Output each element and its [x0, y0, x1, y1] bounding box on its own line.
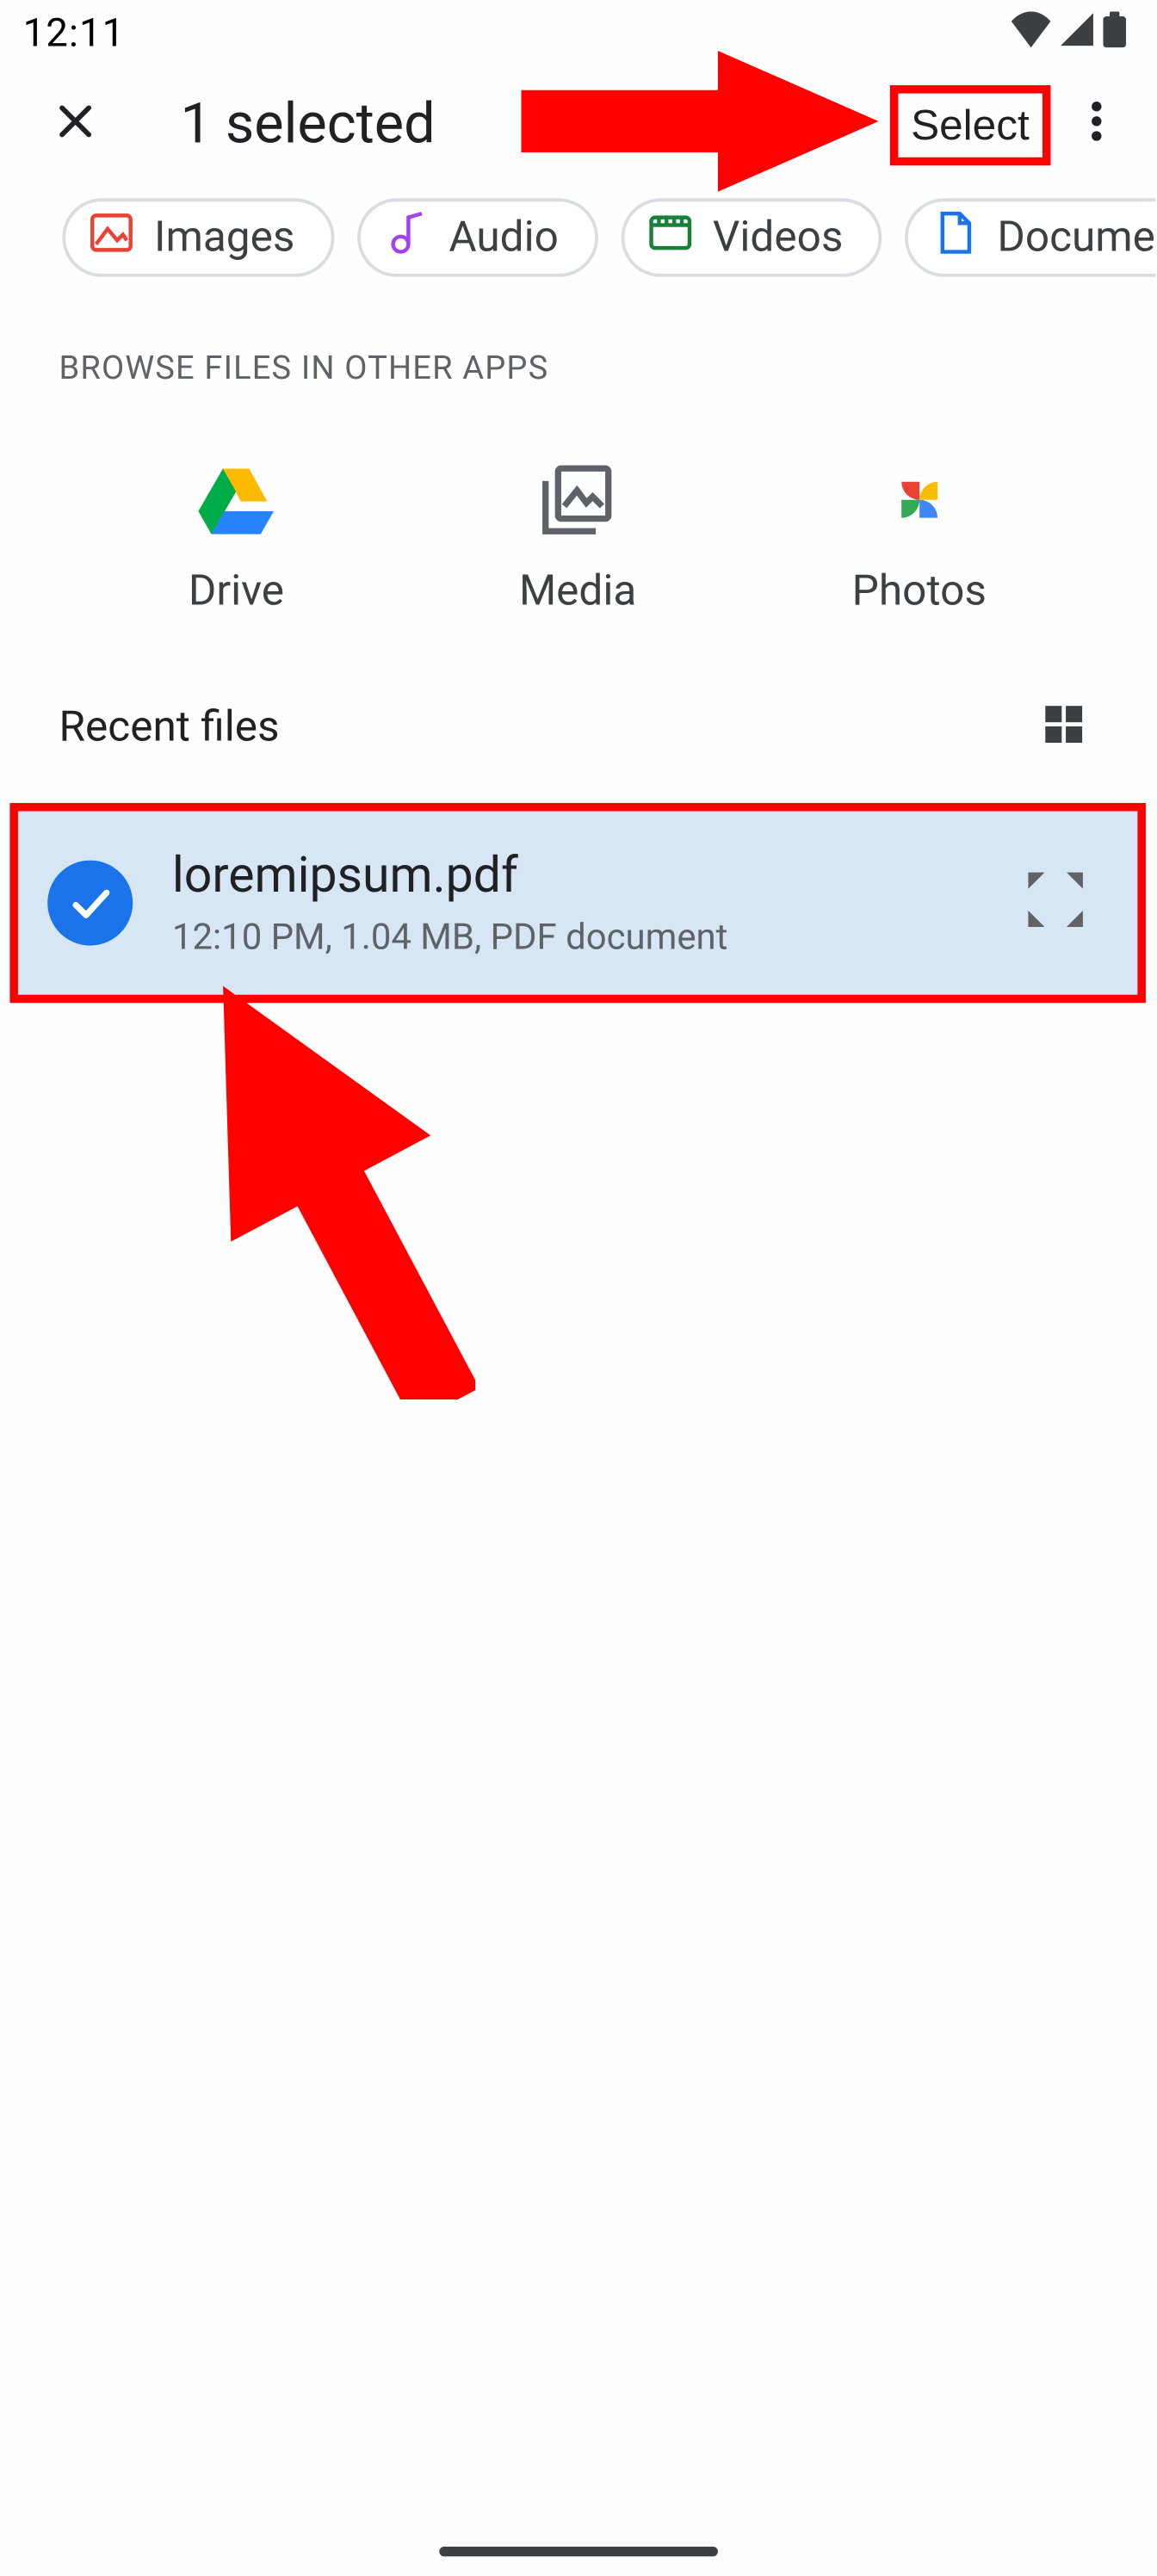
annotation-arrow-up — [177, 961, 476, 1399]
app-media[interactable]: Media — [450, 462, 706, 616]
selected-check-icon — [47, 861, 133, 946]
recent-files-header: Recent files — [59, 703, 280, 752]
file-row-selected[interactable]: loremipsum.pdf 12:10 PM, 1.04 MB, PDF do… — [9, 803, 1145, 1003]
chip-label: Images — [154, 213, 294, 263]
document-icon — [931, 209, 977, 267]
image-icon — [89, 209, 134, 267]
photos-icon — [882, 462, 957, 538]
media-icon — [540, 462, 616, 538]
video-icon — [647, 209, 693, 267]
wifi-icon — [1012, 11, 1051, 54]
chip-label: Documents — [997, 213, 1155, 263]
chip-documents[interactable]: Documents — [906, 198, 1156, 276]
close-button[interactable] — [36, 85, 114, 164]
close-icon — [53, 98, 98, 151]
more-vert-icon — [1092, 102, 1101, 147]
more-options-button[interactable] — [1061, 89, 1133, 161]
app-label: Media — [519, 567, 636, 616]
filter-chip-row[interactable]: Images Audio Videos Documents — [0, 183, 1155, 292]
app-photos[interactable]: Photos — [791, 462, 1047, 616]
status-time: 12:11 — [23, 9, 126, 55]
preview-button[interactable] — [1019, 867, 1092, 939]
app-label: Drive — [189, 567, 284, 616]
select-button[interactable]: Select — [889, 84, 1050, 164]
chip-images[interactable]: Images — [62, 198, 334, 276]
selection-count-title: 1 selected — [180, 92, 889, 158]
selection-toolbar: 1 selected Select — [0, 65, 1155, 183]
file-name: loremipsum.pdf — [172, 847, 981, 905]
file-meta: 12:10 PM, 1.04 MB, PDF document — [172, 917, 981, 959]
browse-other-apps-label: BROWSE FILES IN OTHER APPS — [0, 292, 1155, 386]
view-grid-button[interactable] — [1034, 698, 1093, 757]
expand-icon — [1023, 867, 1088, 939]
chip-label: Audio — [449, 213, 559, 263]
chip-audio[interactable]: Audio — [357, 198, 598, 276]
audio-icon — [383, 209, 429, 267]
status-bar: 12:11 — [0, 0, 1155, 65]
app-label: Photos — [852, 567, 987, 616]
chip-videos[interactable]: Videos — [621, 198, 882, 276]
battery-icon — [1103, 11, 1126, 54]
cell-signal-icon — [1061, 13, 1093, 53]
grid-icon — [1039, 700, 1088, 756]
drive-icon — [199, 462, 275, 538]
gesture-nav-pill — [438, 2547, 717, 2556]
app-drive[interactable]: Drive — [108, 462, 364, 616]
chip-label: Videos — [713, 213, 844, 263]
